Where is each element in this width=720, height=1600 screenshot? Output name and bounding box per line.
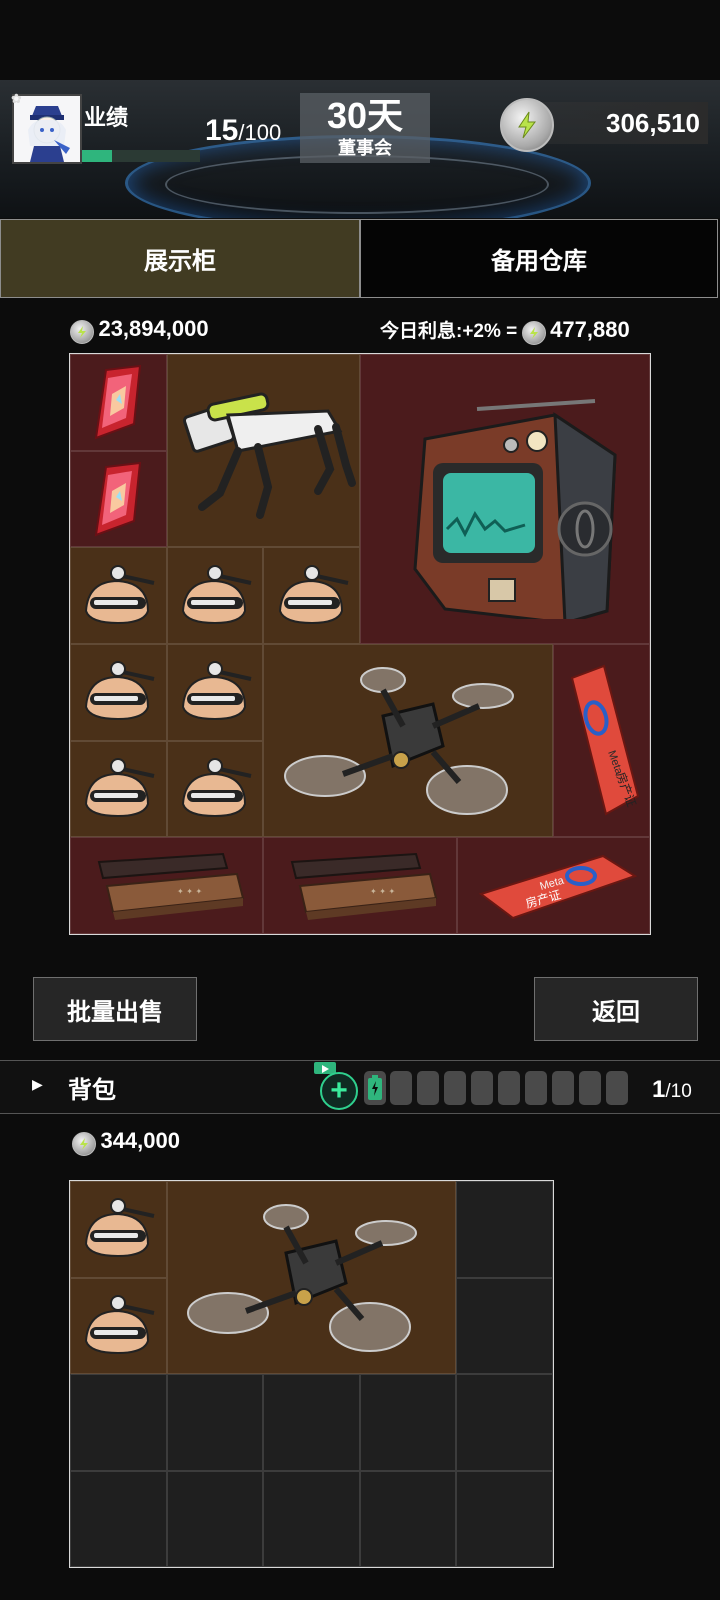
empty-slot[interactable]: [359, 1374, 457, 1471]
add-slot-button[interactable]: +: [320, 1072, 358, 1110]
coin-icon: [72, 1131, 96, 1156]
showcase-value: 23,894,000: [70, 316, 209, 344]
robot-toy-icon: [181, 661, 252, 721]
red-crystal-icon: [95, 461, 142, 537]
item-robot-toy[interactable]: [263, 547, 360, 644]
robot-toy-icon: [85, 564, 155, 624]
item-robot-toy[interactable]: [70, 643, 167, 741]
battery-slot-empty: [498, 1071, 520, 1105]
backpack-value: 344,000: [72, 1128, 180, 1156]
property-certificate-icon: Meta 房产证: [479, 854, 638, 919]
performance-bar-fill: [82, 150, 112, 162]
performance-label: 业绩: [84, 105, 129, 130]
item-robot-toy[interactable]: [166, 643, 264, 741]
wooden-box-icon: ✦ ✦ ✦: [97, 852, 244, 920]
item-wooden-gift-box[interactable]: ✦ ✦ ✦: [263, 837, 457, 934]
item-property-certificate-horizontal[interactable]: Meta 房产证: [456, 837, 650, 934]
item-retro-tv[interactable]: [359, 354, 650, 644]
drone-icon: [284, 666, 515, 815]
item-robot-toy[interactable]: [166, 740, 264, 838]
interest-value: 477,880: [550, 317, 630, 342]
empty-slot[interactable]: [166, 1374, 264, 1471]
board-label: 董事会: [338, 138, 392, 158]
item-drone[interactable]: [263, 643, 554, 838]
expand-triangle-icon[interactable]: ▶: [32, 1076, 43, 1093]
robot-toy-icon: [85, 661, 155, 721]
showcase-grid: Meta 房产证 ✦ ✦ ✦ ✦ ✦ ✦ Meta 房产证: [69, 353, 651, 935]
empty-slot[interactable]: [263, 1470, 360, 1567]
coin-icon: [70, 319, 94, 344]
robot-toy-icon: [85, 1198, 155, 1258]
item-red-crystal[interactable]: [70, 354, 167, 451]
item-robot-toy[interactable]: [70, 1277, 167, 1374]
platform-ring-inner: [165, 155, 549, 214]
battery-slot-empty: [417, 1071, 439, 1105]
days-remaining: 30天: [326, 95, 404, 136]
robot-dog-icon: [183, 392, 357, 519]
battery-slot-filled-icon: [364, 1071, 386, 1105]
retro-tv-icon: [413, 398, 617, 619]
empty-slot[interactable]: [166, 1470, 264, 1567]
backpack-label: 背包: [68, 1077, 116, 1104]
energy-coin-icon: [500, 98, 554, 152]
performance-count: 15/100: [205, 114, 282, 147]
battery-slot-empty: [471, 1071, 493, 1105]
item-property-certificate-vertical[interactable]: Meta 房产证: [553, 643, 650, 838]
empty-slot[interactable]: [456, 1470, 553, 1567]
battery-slot-empty: [606, 1071, 628, 1105]
robot-toy-icon: [181, 757, 252, 817]
item-robot-dog[interactable]: [166, 354, 360, 548]
backpack-grid: [69, 1180, 554, 1568]
item-wooden-gift-box[interactable]: ✦ ✦ ✦: [70, 837, 264, 934]
back-button[interactable]: 返回: [534, 977, 698, 1041]
empty-slot[interactable]: [456, 1374, 553, 1471]
money-amount: 306,510: [606, 108, 700, 138]
battery-slot-empty: [444, 1071, 466, 1105]
item-red-crystal[interactable]: [70, 450, 167, 548]
backpack-capacity: 1/10: [652, 1076, 692, 1103]
coin-icon: [521, 320, 546, 345]
settings-gear-icon[interactable]: ✿: [11, 92, 25, 106]
empty-slot[interactable]: [70, 1374, 167, 1471]
tab-spare-warehouse[interactable]: 备用仓库: [360, 219, 718, 298]
robot-toy-icon: [85, 757, 155, 817]
tab-showcase[interactable]: 展示柜: [0, 219, 360, 298]
item-robot-toy[interactable]: [70, 547, 167, 644]
item-drone[interactable]: [166, 1181, 457, 1374]
property-certificate-icon: Meta 房产证: [570, 664, 639, 816]
battery-slot-empty: [579, 1071, 601, 1105]
empty-slot[interactable]: [456, 1181, 553, 1278]
empty-slot[interactable]: [359, 1470, 457, 1567]
battery-slot-empty: [525, 1071, 547, 1105]
empty-slot[interactable]: [70, 1470, 167, 1567]
robot-toy-icon: [181, 564, 252, 624]
battery-slot-empty: [552, 1071, 574, 1105]
item-robot-toy[interactable]: [166, 547, 264, 644]
robot-toy-icon: [85, 1294, 155, 1354]
svg-text:✦ ✦ ✦: ✦ ✦ ✦: [370, 887, 395, 896]
interest-label: 今日利息:+2% =: [380, 321, 518, 342]
red-crystal-icon: [95, 365, 142, 440]
battery-slot-empty: [390, 1071, 412, 1105]
empty-slot[interactable]: [456, 1277, 553, 1374]
drone-icon: [187, 1203, 418, 1352]
wooden-box-icon: ✦ ✦ ✦: [290, 852, 438, 920]
item-robot-toy[interactable]: [70, 1181, 167, 1278]
item-robot-toy[interactable]: [70, 740, 167, 838]
days-remaining-panel: 30天 董事会: [300, 93, 430, 163]
daily-interest: 今日利息:+2% = 477,880: [380, 316, 630, 345]
robot-toy-icon: [278, 564, 349, 624]
svg-text:✦ ✦ ✦: ✦ ✦ ✦: [177, 887, 202, 896]
bulk-sell-button[interactable]: 批量出售: [33, 977, 197, 1041]
empty-slot[interactable]: [263, 1374, 360, 1471]
